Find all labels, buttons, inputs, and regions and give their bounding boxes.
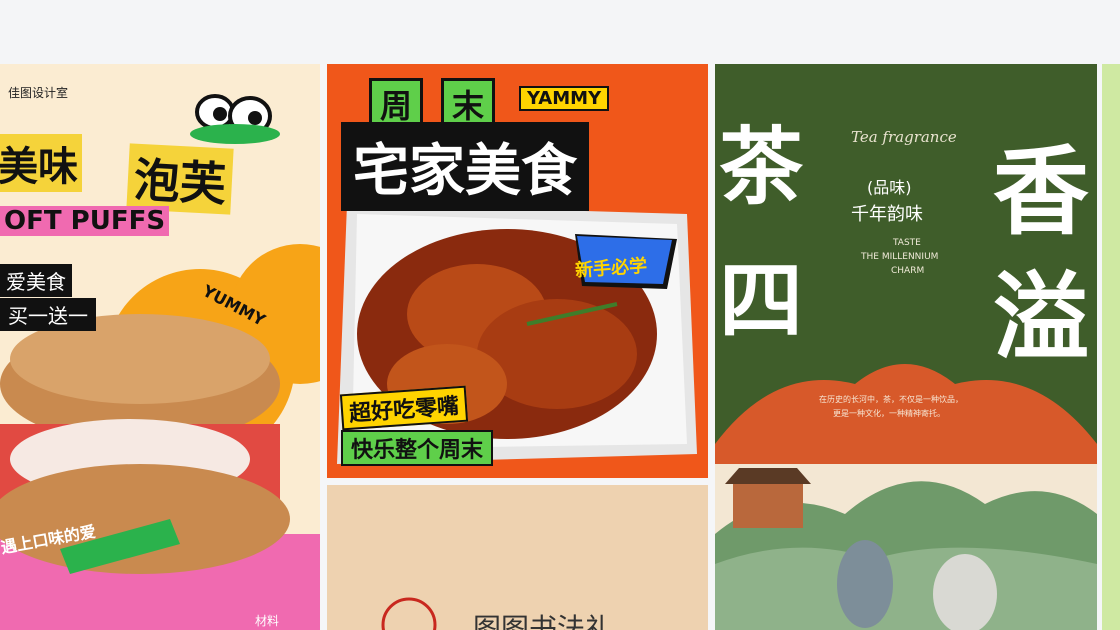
tea-body-1: 在历史的长河中，茶，不仅是一种饮品， — [819, 395, 963, 404]
puff-title-a: 美味 — [0, 134, 82, 192]
beginner-badge: 新手必学 — [574, 255, 648, 282]
tea-taste-3: CHARM — [891, 266, 925, 276]
tag-bogo: 买一送一 — [0, 298, 96, 331]
puff-title-b: 泡芙 — [126, 143, 234, 215]
template-card-puff[interactable]: 佳图设计室 美味 泡芙 OFT PUFFS 爱美食 买一送一 YUMMY 遇上口… — [0, 64, 320, 630]
tea-sub-2: 千年韵味 — [851, 204, 923, 225]
tea-sub-1: (品味) — [867, 178, 912, 197]
yammy-label: YAMMY — [519, 86, 610, 111]
template-card-calligraphy[interactable]: 图图书法礼 — [327, 485, 708, 630]
template-card-weekend-food[interactable]: 周 末 YAMMY 宅家美食 新手必学 超好吃零嘴 快乐整个周末 — [327, 64, 708, 478]
calligraphy-title: 图图书法礼 — [473, 612, 614, 630]
tea-char-2: 四 — [719, 252, 804, 350]
weekend-main-title: 宅家美食 — [341, 122, 589, 211]
weekend-line-2: 快乐整个周末 — [341, 430, 494, 466]
puff-bottom-text-2: 材料 — [255, 614, 280, 628]
tea-en-title: Tea fragrance — [851, 128, 957, 146]
template-card-partial[interactable] — [1102, 64, 1120, 630]
top-bar — [0, 0, 1120, 64]
puff-subtitle: OFT PUFFS — [0, 206, 170, 236]
studio-name: 佳图设计室 — [8, 86, 69, 100]
template-card-tea[interactable]: 茶 四 香 溢 Tea fragrance (品味) 千年韵味 TASTE TH… — [715, 64, 1097, 630]
tea-taste-1: TASTE — [893, 238, 921, 248]
tea-char-4: 溢 — [993, 262, 1089, 374]
tag-love-food: 爱美食 — [0, 264, 72, 297]
tea-taste-2: THE MILLENNIUM — [861, 252, 939, 262]
tea-char-3: 香 — [993, 136, 1089, 248]
tea-body-2: 更是一种文化，一种精神寄托。 — [833, 409, 945, 418]
tea-char-1: 茶 — [719, 118, 804, 216]
